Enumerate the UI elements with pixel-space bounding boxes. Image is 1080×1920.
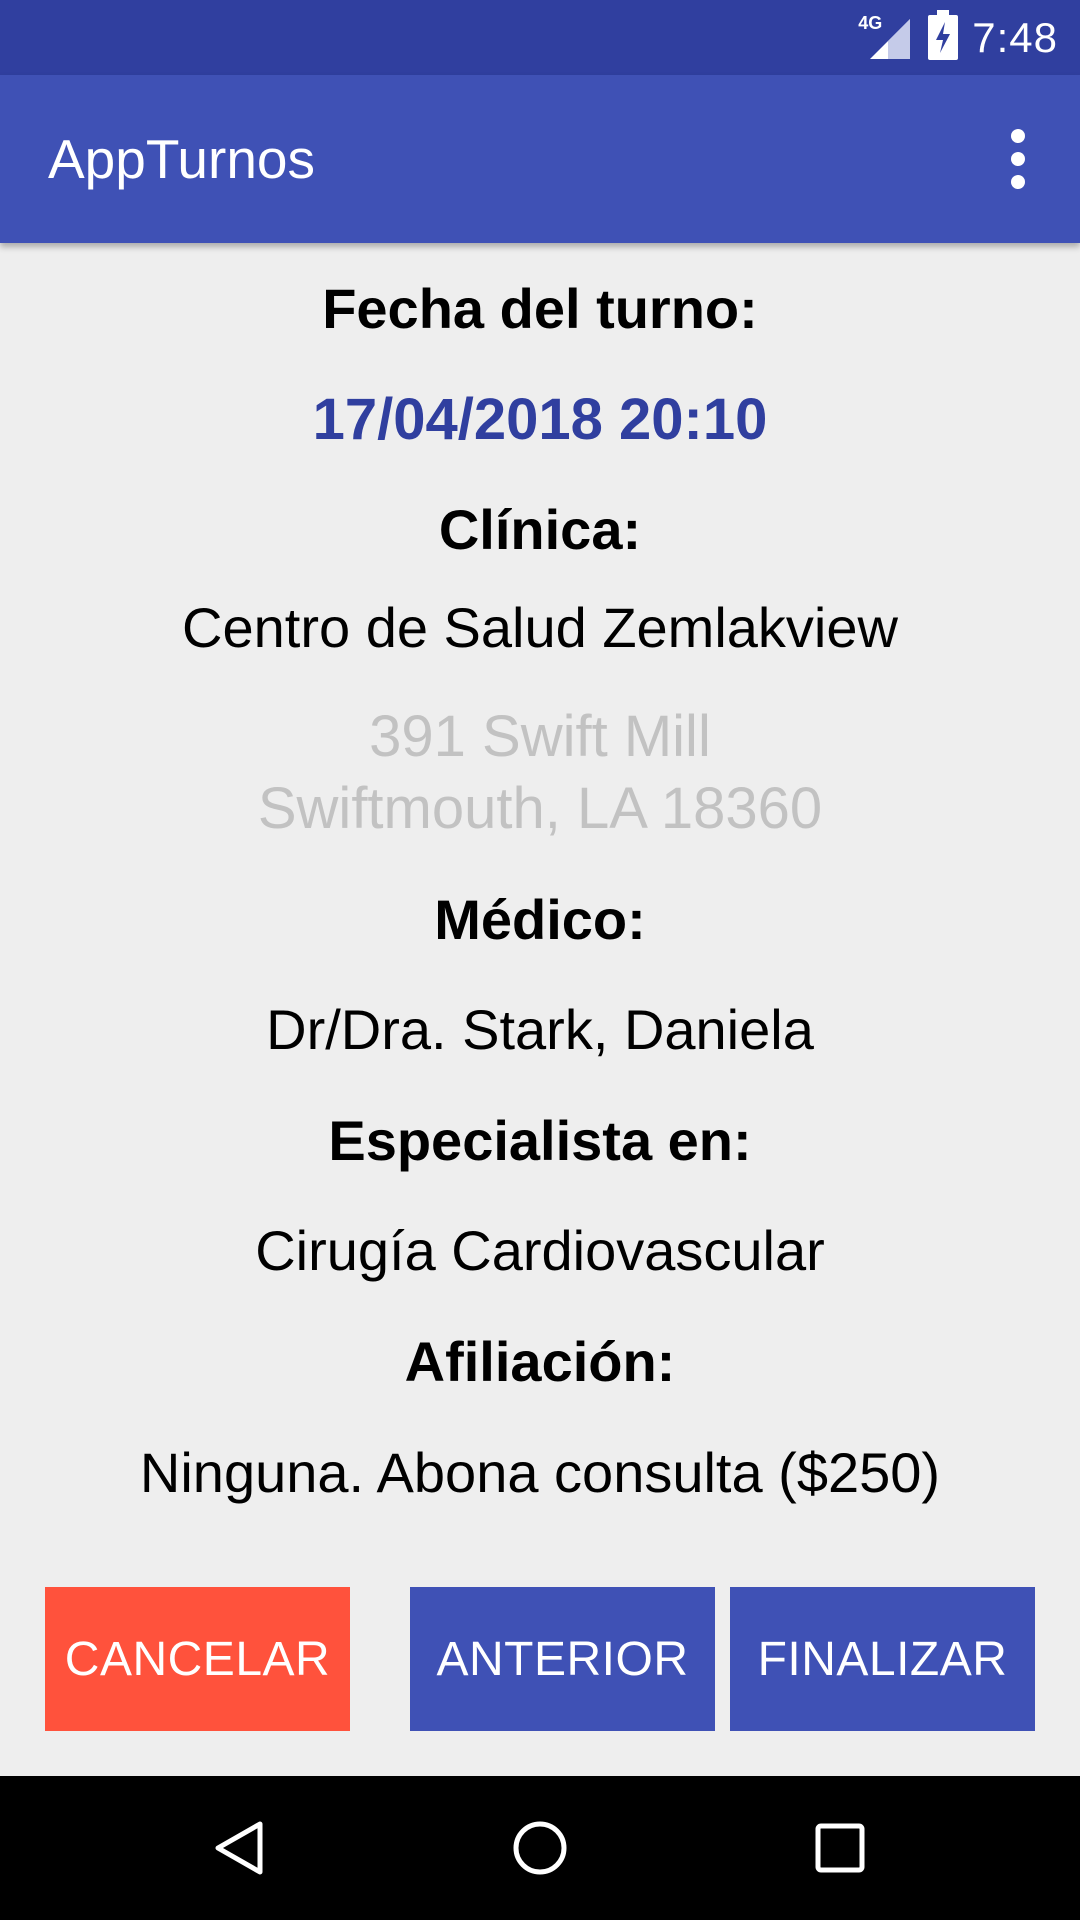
clinic-address-line2: Swiftmouth, LA 18360: [257, 776, 823, 841]
app-bar: AppTurnos: [0, 75, 1080, 243]
date-value: 17/04/2018 20:10: [312, 387, 768, 452]
back-icon[interactable]: [190, 1798, 290, 1898]
status-icons: 4G 7:48: [858, 0, 1058, 75]
doctor-name: Dr/Dra. Stark, Daniela: [266, 998, 814, 1061]
date-label: Fecha del turno:: [322, 277, 758, 340]
home-icon[interactable]: [490, 1798, 590, 1898]
affiliation-value: Ninguna. Abona consulta ($250): [139, 1441, 941, 1504]
clinic-name: Centro de Salud Zemlakview: [182, 596, 898, 659]
previous-button[interactable]: ANTERIOR: [410, 1587, 715, 1731]
finish-button[interactable]: FINALIZAR: [730, 1587, 1035, 1731]
app-title: AppTurnos: [48, 128, 315, 190]
cancel-button[interactable]: CANCELAR: [45, 1587, 350, 1731]
clinic-label: Clínica:: [438, 498, 642, 561]
signal-4g-icon: 4G: [858, 13, 914, 61]
affiliation-label: Afiliación:: [404, 1330, 676, 1393]
more-vert-icon[interactable]: [976, 117, 1060, 201]
battery-charging-icon: [928, 10, 959, 65]
recents-icon[interactable]: [790, 1798, 890, 1898]
specialty-value: Cirugía Cardiovascular: [255, 1219, 825, 1282]
doctor-label: Médico:: [434, 888, 646, 951]
clinic-address-line1: 391 Swift Mill: [369, 704, 711, 769]
status-bar: 4G 7:48: [0, 0, 1080, 75]
specialty-label: Especialista en:: [328, 1109, 752, 1172]
status-time: 7:48: [972, 13, 1058, 61]
navigation-bar: [0, 1776, 1080, 1920]
